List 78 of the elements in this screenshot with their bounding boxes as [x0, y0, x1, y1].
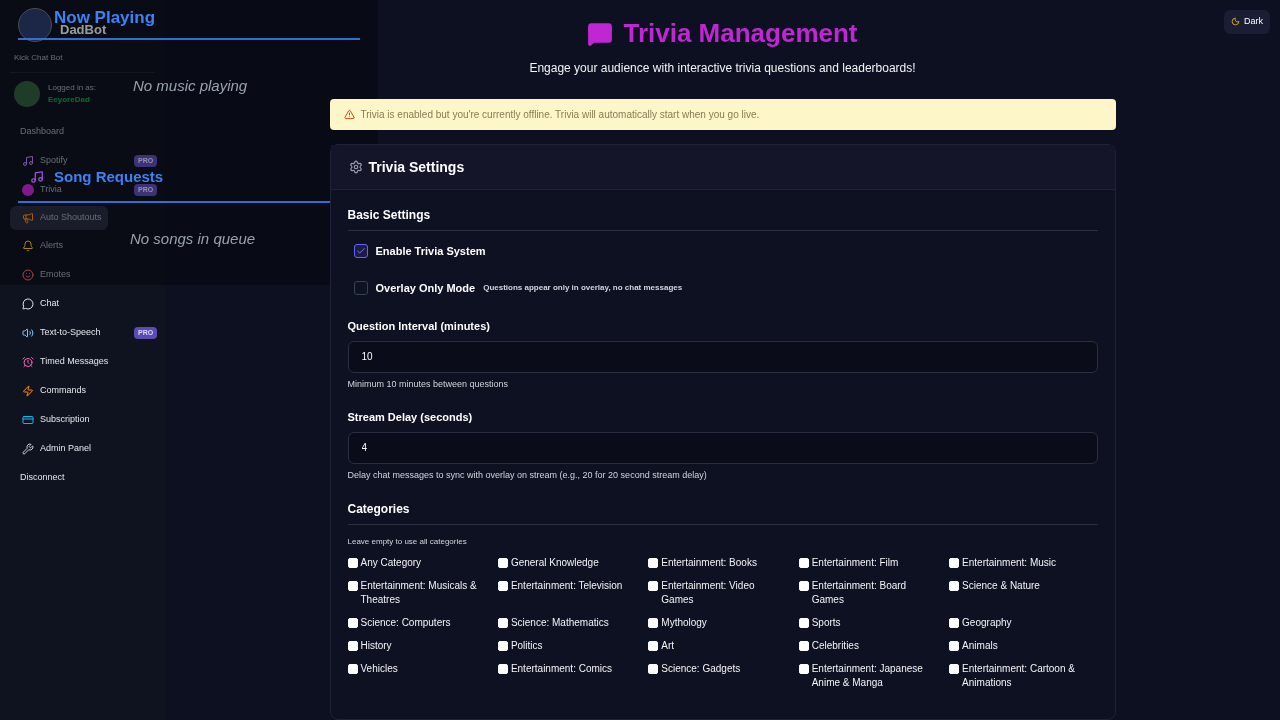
nav-item[interactable]: Chat: [10, 297, 65, 311]
card-icon: [22, 414, 34, 426]
category-label: Entertainment: Film: [811, 556, 899, 570]
nav-item[interactable]: Subscription: [10, 413, 96, 427]
category-label: Sports: [811, 616, 841, 630]
nav-item[interactable]: Alerts: [10, 239, 69, 253]
lightning-icon: [22, 385, 34, 397]
bot-avatar: [18, 8, 52, 42]
user-avatar: [14, 81, 40, 107]
gear-icon: [348, 160, 363, 174]
category-label: Mythology: [661, 616, 707, 630]
category-label: Geography: [962, 616, 1012, 630]
checkbox[interactable]: [353, 280, 368, 295]
speech-bubble-icon: [587, 20, 614, 47]
chat-bubble-icon: [22, 298, 34, 310]
now-playing-message: No music playing: [133, 77, 248, 94]
music-note-icon: [30, 170, 44, 184]
moon-icon: [1231, 17, 1240, 27]
smiley-icon: [22, 269, 34, 281]
theme-toggle[interactable]: Dark: [1224, 10, 1270, 34]
page-title: Trivia Management: [623, 17, 858, 50]
nav-item[interactable]: Commands: [10, 384, 92, 398]
category-label: Animals: [962, 639, 998, 653]
category-label: Entertainment: Video Games: [661, 579, 756, 607]
number-field[interactable]: 4: [347, 431, 1098, 464]
categories-help: Leave empty to use all categories: [347, 536, 468, 548]
check-icon: [355, 246, 366, 257]
nav-item[interactable]: Emotes: [10, 268, 77, 282]
category-label: Entertainment: Music: [962, 556, 1057, 570]
alarm-clock-icon: [22, 356, 34, 368]
nav-item[interactable]: Dashboard: [10, 125, 71, 139]
category-label: Politics: [510, 639, 543, 653]
category-label: Science: Gadgets: [661, 662, 741, 676]
number-field[interactable]: 10: [347, 340, 1098, 373]
nav-item[interactable]: Disconnect: [10, 471, 71, 485]
warning-icon: [343, 109, 355, 120]
category-label: Science: Mathematics: [510, 616, 609, 630]
field-label: Question Interval (minutes): [347, 319, 491, 334]
category-label: Entertainment: Television: [510, 579, 623, 593]
category-label: Entertainment: Musicals & Theatres: [360, 579, 478, 607]
toggle-label: Enable Trivia System: [375, 244, 486, 259]
field-help: Minimum 10 minutes between questions: [347, 377, 510, 391]
category-label: Science: Computers: [360, 616, 451, 630]
megaphone-icon: [22, 212, 34, 224]
field-label: Stream Delay (seconds): [347, 410, 474, 425]
brand-tagline: Kick Chat Bot: [13, 52, 64, 64]
page-subtitle: Engage your audience with interactive trivia questions and leaderboards!: [529, 60, 916, 77]
category-label: Entertainment: Comics: [510, 662, 613, 676]
song-requests-message: No songs in queue: [130, 230, 256, 247]
speaker-icon: [22, 327, 34, 339]
section-title: Basic Settings: [347, 206, 1098, 231]
music-note-icon: [22, 155, 34, 167]
category-label: Celebrities: [811, 639, 859, 653]
category-label: History: [360, 639, 392, 653]
nav-item[interactable]: Admin Panel: [10, 442, 98, 456]
category-label: Science & Nature: [962, 579, 1040, 593]
category-label: Entertainment: Board Games: [811, 579, 908, 607]
toggle-hint: Questions appear only in overlay, no chat messages: [483, 281, 683, 294]
category-label: General Knowledge: [510, 556, 599, 570]
toggle-label: Overlay Only Mode: [375, 280, 476, 296]
logged-in-label: Logged in as:: [48, 82, 97, 94]
nav-item[interactable]: Timed Messages: [10, 355, 115, 369]
brand-name: DadBot: [60, 22, 107, 36]
section-title: Categories: [347, 500, 1098, 525]
username: EeyoreDad: [48, 94, 91, 106]
song-requests-title: Song Requests: [54, 170, 164, 184]
category-label: Vehicles: [360, 662, 398, 676]
field-help: Delay chat messages to sync with overlay on stream (e.g., 20 for 20 second stream delay): [347, 468, 708, 482]
card-title: Trivia Settings: [368, 157, 465, 177]
wrench-icon: [22, 443, 34, 455]
category-label: Art: [661, 639, 675, 653]
checkbox[interactable]: [353, 244, 368, 259]
category-label: Entertainment: Cartoon & Animations: [962, 662, 1076, 690]
category-label: Any Category: [360, 556, 422, 570]
alert-text: Trivia is enabled but you're currently offline. Trivia will automatically start when you go live.: [360, 108, 760, 122]
bell-icon: [22, 240, 34, 252]
category-label: Entertainment: Japanese Anime & Manga: [811, 662, 924, 690]
category-label: Entertainment: Books: [661, 556, 757, 570]
